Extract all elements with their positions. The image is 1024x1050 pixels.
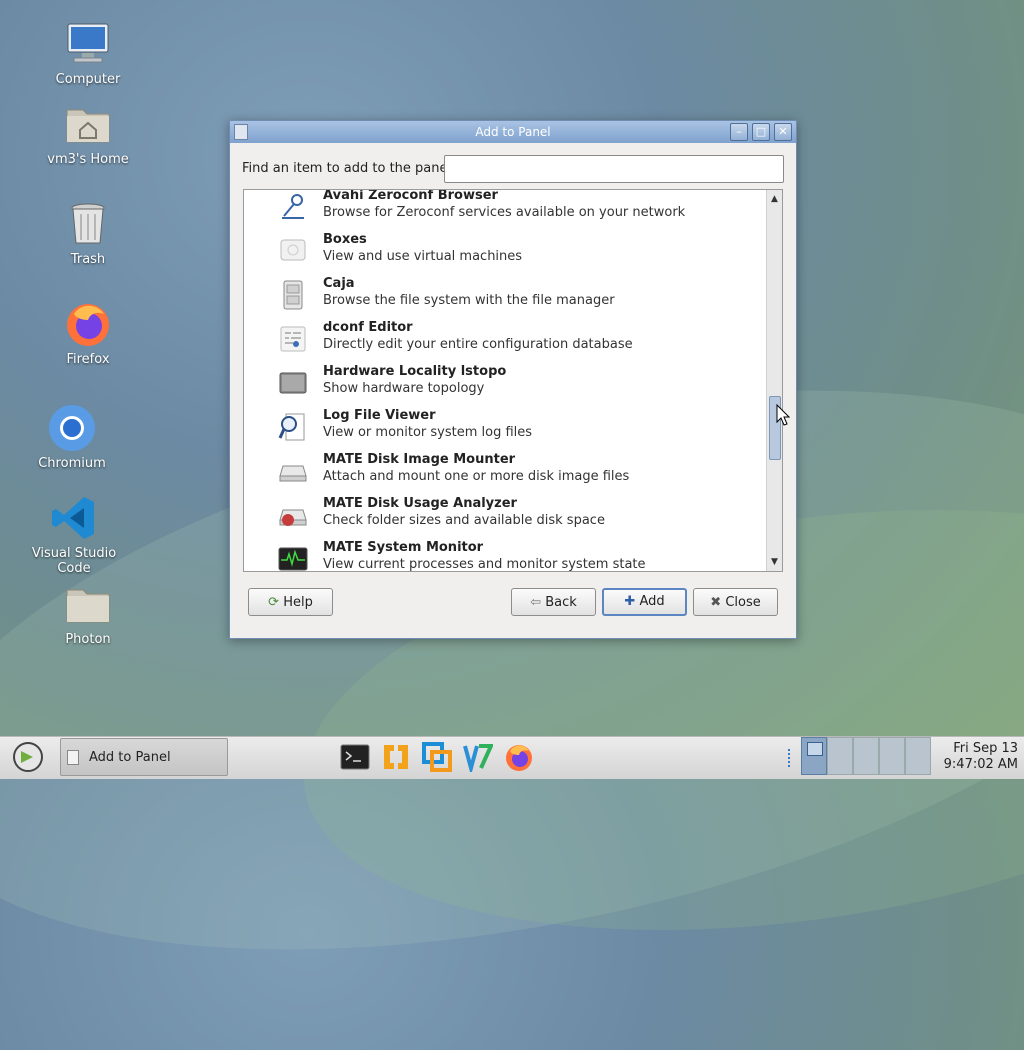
list-item[interactable]: Log File Viewer View or monitor system l… [244, 408, 764, 452]
back-button[interactable]: ⇦ Back [511, 588, 596, 616]
window-icon [67, 750, 79, 765]
mouse-pointer-icon [776, 404, 790, 426]
log-viewer-icon [278, 412, 308, 442]
disk-image-icon [278, 456, 308, 486]
desktop-icon-label: Visual Studio Code [31, 546, 117, 576]
scroll-up-icon[interactable]: ▲ [767, 192, 782, 206]
desktop-icon-chromium[interactable]: Chromium [17, 404, 127, 471]
desktop-icon-trash[interactable]: Trash [33, 200, 143, 267]
computer-icon [64, 20, 112, 68]
trash-icon [64, 200, 112, 248]
item-desc: Attach and mount one or more disk image … [323, 469, 630, 484]
workspace-5[interactable] [905, 737, 931, 775]
virtualbox-icon[interactable] [422, 742, 452, 772]
help-button[interactable]: ⟳ Help [248, 588, 333, 616]
item-name: MATE Disk Usage Analyzer [323, 496, 517, 511]
item-name: Log File Viewer [323, 408, 436, 423]
item-desc: Show hardware topology [323, 381, 485, 396]
close-window-icon[interactable]: ✕ [774, 123, 792, 141]
dialog-title: Add to Panel [475, 125, 551, 139]
add-button[interactable]: ✚ Add [602, 588, 687, 616]
vscode-icon [50, 494, 98, 542]
item-name: dconf Editor [323, 320, 413, 335]
taskbar-window-label: Add to Panel [89, 750, 171, 765]
clock[interactable]: Fri Sep 13 9:47:02 AM [944, 741, 1018, 773]
vm-manager-icon[interactable] [381, 742, 411, 772]
item-desc: Browse the file system with the file man… [323, 293, 615, 308]
workspace-2[interactable] [827, 737, 853, 775]
list-item[interactable]: Caja Browse the file system with the fil… [244, 276, 764, 320]
item-name: Hardware Locality lstopo [323, 364, 507, 379]
help-icon: ⟳ [268, 595, 280, 610]
desktop-icon-label: Firefox [66, 352, 110, 367]
desktop-icon-label: Photon [65, 632, 111, 647]
window-menu-icon[interactable] [234, 124, 248, 140]
panel-handle[interactable] [788, 749, 794, 767]
back-arrow-icon: ⇦ [530, 595, 542, 610]
desktop-icon-vscode[interactable]: Visual Studio Code [19, 494, 129, 576]
item-name: Boxes [323, 232, 367, 247]
folder-icon [64, 580, 112, 628]
list-item[interactable]: MATE System Monitor View current process… [244, 540, 764, 572]
item-name: Caja [323, 276, 355, 291]
workspace-3[interactable] [853, 737, 879, 775]
item-name: Avahi Zeroconf Browser [323, 189, 498, 203]
firefox-icon [64, 300, 112, 348]
list-item[interactable]: Hardware Locality lstopo Show hardware t… [244, 364, 764, 408]
dialog-titlebar[interactable]: Add to Panel – □ ✕ [230, 121, 796, 143]
desktop-icon-label: Computer [55, 72, 121, 87]
close-icon: ✖ [710, 595, 722, 610]
terminal-icon[interactable] [340, 742, 370, 772]
home-folder-icon [64, 100, 112, 148]
clock-time: 9:47:02 AM [943, 757, 1018, 772]
find-input[interactable] [444, 155, 784, 183]
list-item[interactable]: MATE Disk Image Mounter Attach and mount… [244, 452, 764, 496]
desktop-icon-firefox[interactable]: Firefox [33, 300, 143, 367]
desktop-icon-label: Trash [70, 252, 106, 267]
system-monitor-icon [278, 544, 308, 571]
minimize-icon[interactable]: – [730, 123, 748, 141]
list-scrollbar[interactable]: ▲ ▼ [766, 190, 782, 571]
workspace-4[interactable] [879, 737, 905, 775]
boxes-icon [278, 236, 308, 266]
desktop-icon-label: Chromium [38, 456, 106, 471]
plus-icon: ✚ [624, 594, 636, 609]
item-desc: View or monitor system log files [323, 425, 533, 440]
chromium-icon [48, 404, 96, 452]
file-cabinet-icon [278, 280, 308, 310]
desktop-icon-home[interactable]: vm3's Home [33, 100, 143, 167]
item-desc: Check folder sizes and available disk sp… [323, 513, 605, 528]
list-item[interactable]: Boxes View and use virtual machines [244, 232, 764, 276]
network-icon [278, 192, 308, 222]
taskbar-window-add-to-panel[interactable]: Add to Panel [60, 738, 228, 776]
find-label: Find an item to add to the panel: [242, 161, 456, 176]
dconf-icon [278, 324, 308, 354]
bottom-panel: Add to Panel Fri Sep 13 9:47:02 AM [0, 736, 1024, 779]
list-item[interactable]: dconf Editor Directly edit your entire c… [244, 320, 764, 364]
firefox-launcher-icon[interactable] [504, 742, 534, 772]
scroll-down-icon[interactable]: ▼ [767, 555, 782, 569]
item-name: MATE Disk Image Mounter [323, 452, 516, 467]
close-button[interactable]: ✖ Close [693, 588, 778, 616]
hardware-icon [278, 368, 308, 398]
desktop-icon-computer[interactable]: Computer [33, 20, 143, 87]
maximize-icon[interactable]: □ [752, 123, 770, 141]
disk-usage-icon [278, 500, 308, 530]
list-item[interactable]: Avahi Zeroconf Browser Browse for Zeroco… [244, 189, 764, 232]
show-desktop-icon[interactable] [12, 741, 44, 773]
item-desc: Browse for Zeroconf services available o… [323, 205, 686, 220]
item-desc: Directly edit your entire configuration … [323, 337, 633, 352]
workspace-window-thumb [807, 742, 823, 756]
vs-app-icon[interactable] [463, 742, 495, 776]
workspace-1[interactable] [801, 737, 827, 775]
desktop-icon-label: vm3's Home [47, 152, 129, 167]
item-name: MATE System Monitor [323, 540, 484, 555]
list-item[interactable]: MATE Disk Usage Analyzer Check folder si… [244, 496, 764, 540]
add-to-panel-dialog: Add to Panel – □ ✕ Find an item to add t… [229, 120, 797, 639]
item-desc: View and use virtual machines [323, 249, 523, 264]
desktop-icon-photon[interactable]: Photon [33, 580, 143, 647]
clock-date: Fri Sep 13 [953, 741, 1018, 756]
panel-item-list: Avahi Zeroconf Browser Browse for Zeroco… [243, 189, 783, 572]
item-desc: View current processes and monitor syste… [323, 557, 646, 572]
